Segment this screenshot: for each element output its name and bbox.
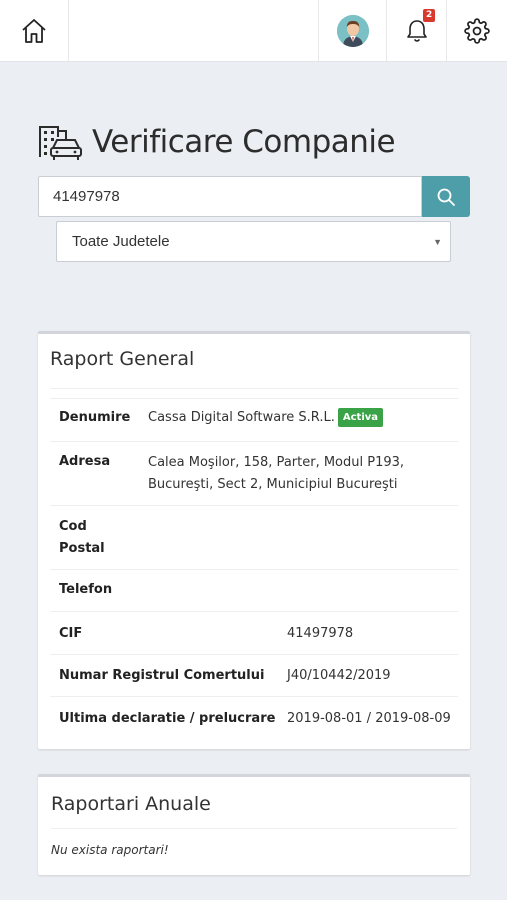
row-label-registru: Numar Registrul Comertului: [59, 668, 265, 683]
top-navigation-bar: 2: [0, 0, 507, 62]
divider: [50, 388, 458, 389]
user-avatar-button[interactable]: [318, 0, 386, 61]
table-row: Ultima declaratie / prelucrare 2019-08-0…: [50, 696, 458, 740]
row-value-denumire: Cassa Digital Software S.R.L. Activa: [148, 407, 384, 429]
county-select-value: Toate Judetele: [72, 233, 170, 250]
row-value-registru: J40/10442/2019: [287, 668, 391, 683]
row-value-ultima-declaratie: 2019-08-01 / 2019-08-09: [287, 711, 451, 726]
notification-count-badge: 2: [423, 9, 436, 22]
row-label-telefon: Telefon: [59, 582, 113, 597]
row-label-denumire: Denumire: [59, 410, 131, 425]
table-row: Telefon: [50, 569, 458, 611]
company-car-icon: [39, 126, 82, 160]
row-label-cif: CIF: [59, 626, 83, 641]
row-label-adresa: Adresa: [59, 454, 111, 469]
raport-general-card: Raport General Denumire Cassa Digital So…: [38, 331, 470, 749]
status-badge: Activa: [337, 408, 384, 427]
page-title: Verificare Companie: [92, 124, 396, 160]
row-label-ultima-declaratie: Ultima declaratie / prelucrare: [59, 711, 276, 726]
raportari-anuale-title: Raportari Anuale: [51, 793, 211, 815]
table-row: Adresa Calea Moşilor, 158, Parter, Modul…: [50, 441, 458, 505]
raport-general-title: Raport General: [50, 348, 195, 370]
company-name: Cassa Digital Software S.R.L.: [148, 410, 335, 425]
row-value-cif: 41497978: [287, 626, 354, 641]
chevron-down-icon: ▼: [433, 237, 442, 247]
search-input[interactable]: [38, 176, 422, 217]
search-icon: [437, 188, 455, 206]
home-icon: [22, 18, 46, 43]
gear-icon: [464, 17, 490, 44]
avatar: [336, 14, 369, 47]
row-label-postal: Postal: [59, 541, 105, 556]
address-line-1: Calea Moşilor, 158, Parter, Modul P193,: [148, 455, 405, 470]
search-button[interactable]: [422, 176, 470, 217]
home-button[interactable]: [0, 0, 69, 61]
raportari-anuale-card: Raportari Anuale Nu exista raportari!: [38, 774, 470, 875]
table-row: Cod Postal: [50, 505, 458, 569]
settings-button[interactable]: [446, 0, 507, 61]
divider: [51, 828, 457, 829]
page-header: Verificare Companie: [38, 120, 396, 164]
table-row: Denumire Cassa Digital Software S.R.L. Ac…: [50, 398, 458, 441]
table-row: Numar Registrul Comertului J40/10442/201…: [50, 654, 458, 696]
notifications-button[interactable]: 2: [386, 0, 446, 61]
row-label-cod: Cod: [59, 519, 87, 534]
table-row: CIF 41497978: [50, 611, 458, 654]
address-line-2: Bucureşti, Sect 2, Municipiul Bucureşti: [148, 477, 398, 492]
county-select[interactable]: Toate Judetele ▼: [56, 221, 451, 262]
empty-message: Nu exista raportari!: [51, 843, 169, 857]
